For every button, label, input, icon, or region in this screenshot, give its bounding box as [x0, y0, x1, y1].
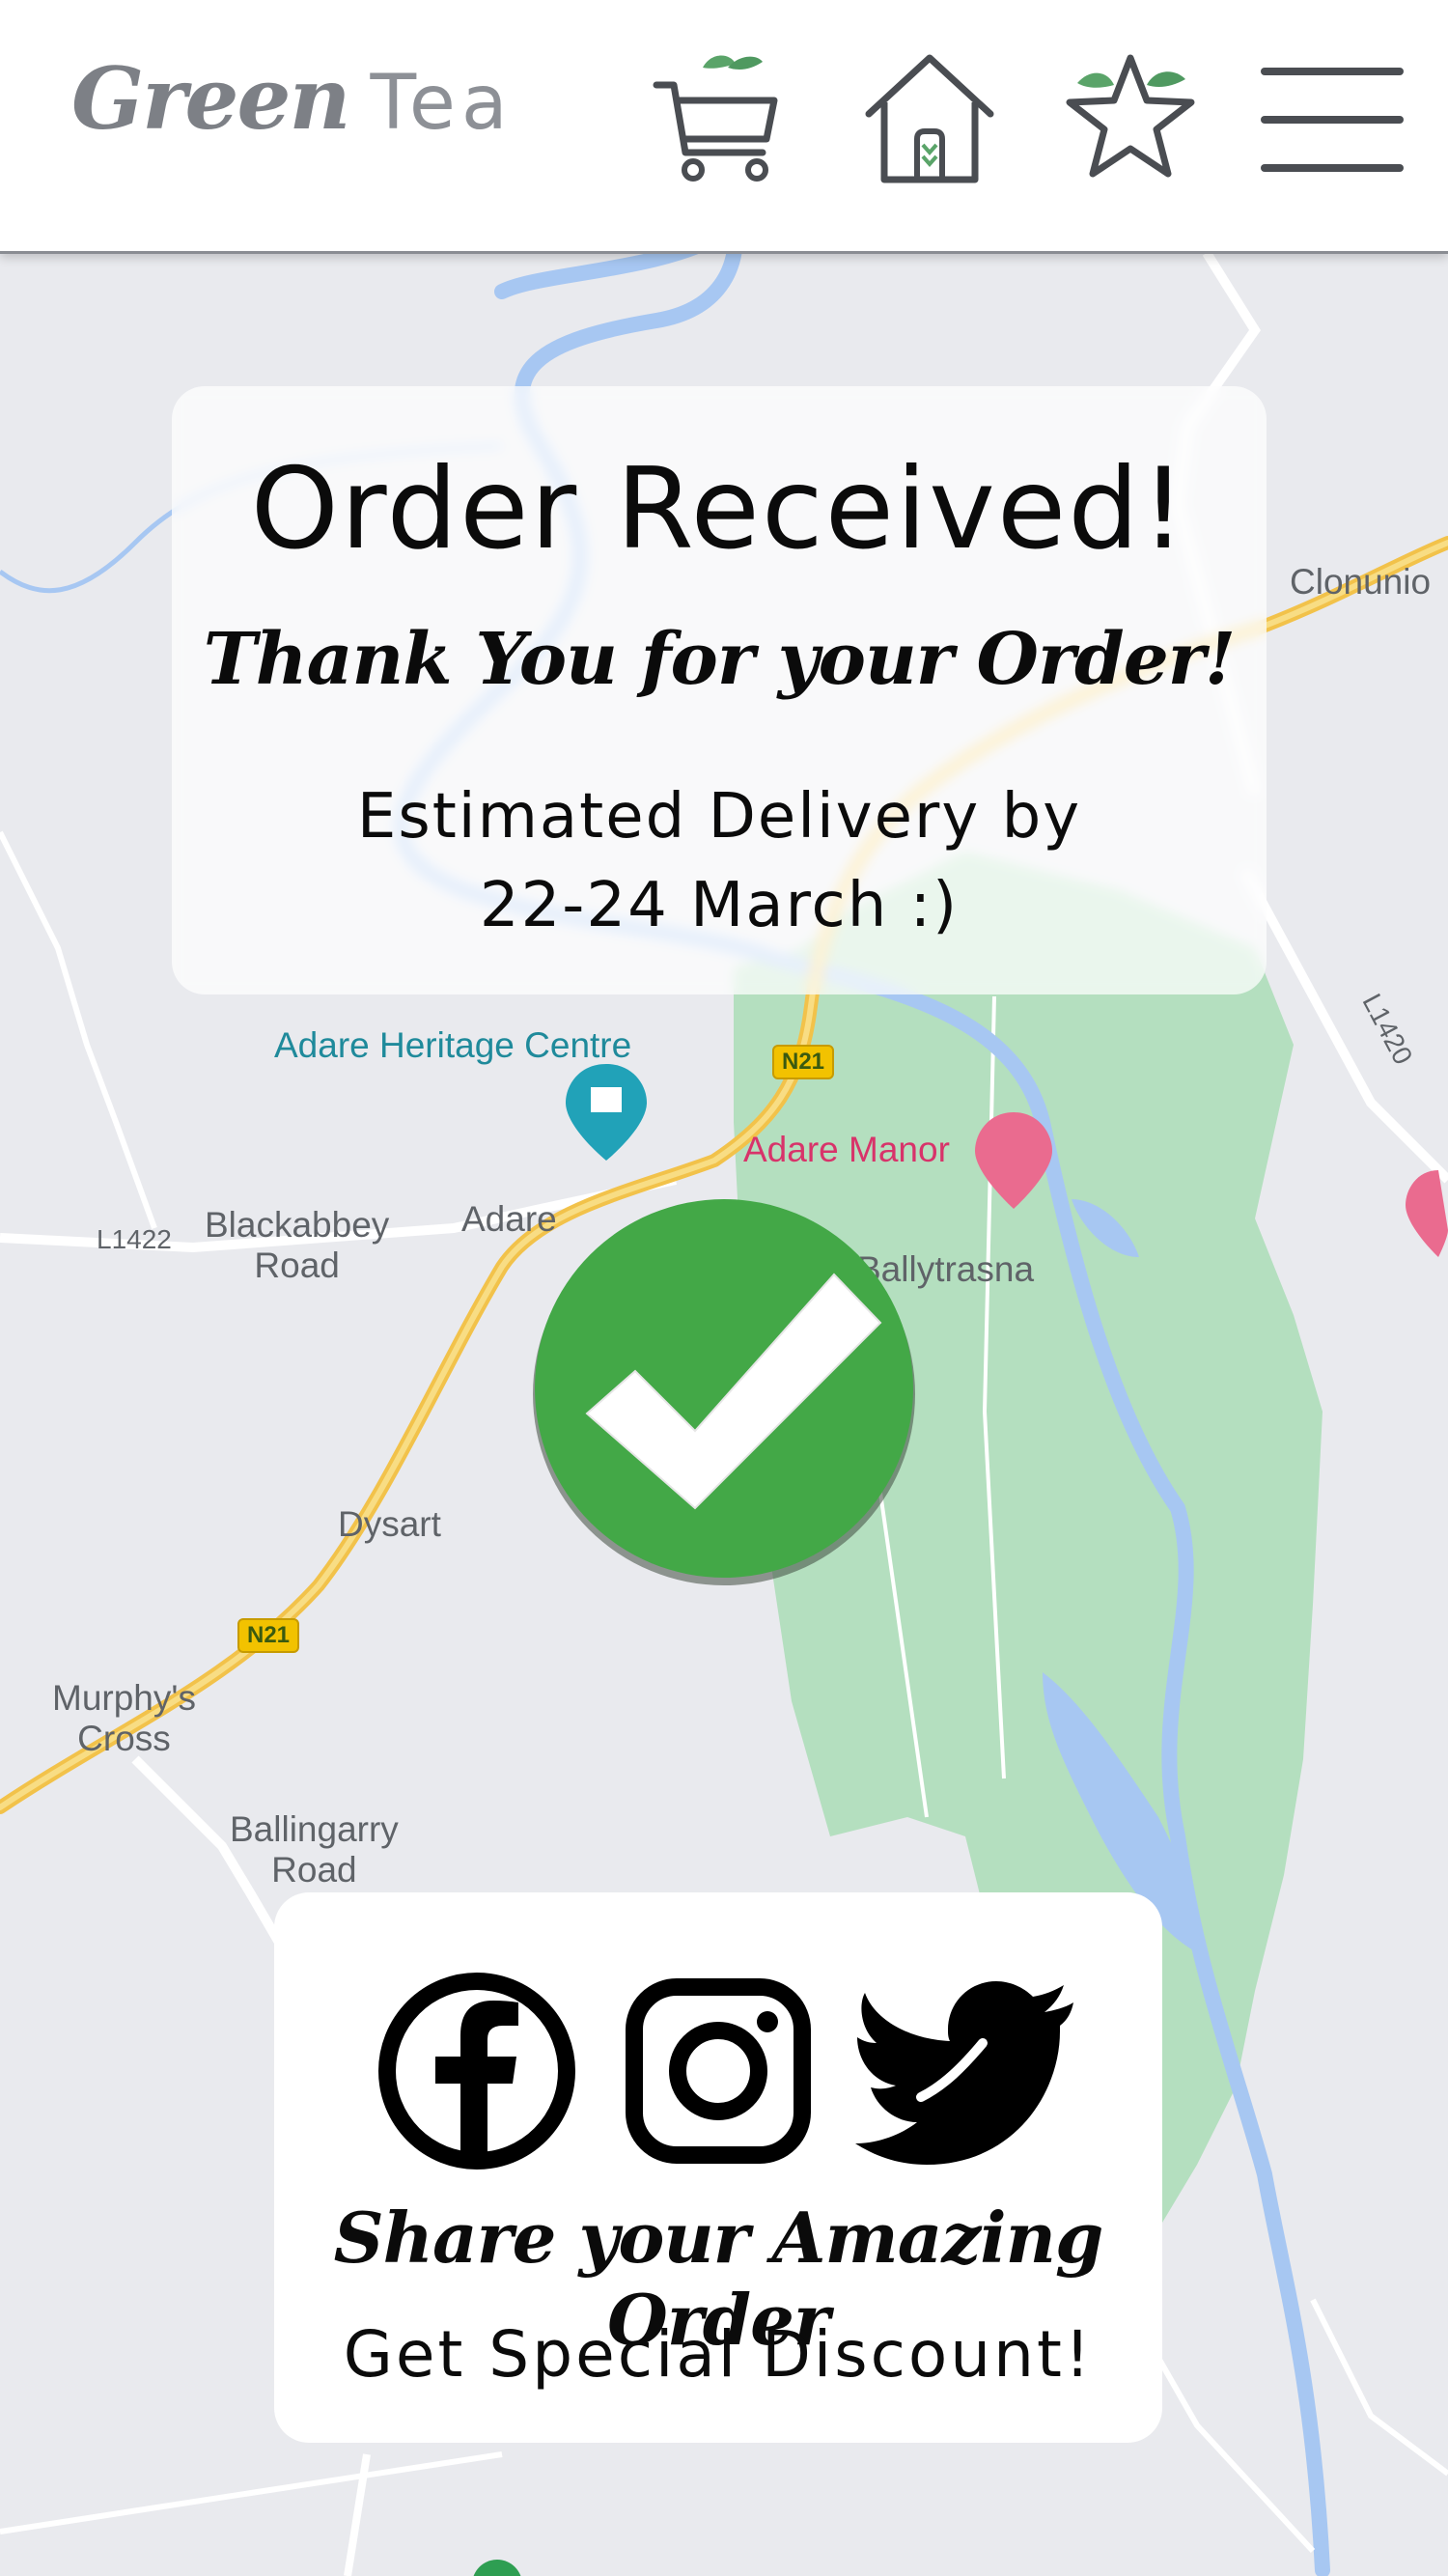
logo-word-tea: Tea [370, 60, 514, 147]
road-badge-n21: N21 [237, 1618, 300, 1653]
road-badge-n21: N21 [772, 1045, 835, 1079]
check-icon [527, 1191, 921, 1585]
brand-logo[interactable]: Green Tea [71, 48, 514, 183]
cart-icon[interactable] [647, 46, 792, 191]
map-label-blackabbey: Blackabbey Road [205, 1205, 390, 1285]
map-label-manor: Adare Manor [743, 1130, 950, 1169]
map-label-clonunion: Clonunio [1290, 562, 1432, 602]
logo-word-green: Green [71, 48, 350, 149]
instagram-icon[interactable] [617, 1970, 820, 2172]
app-header: Green Tea [0, 0, 1448, 254]
menu-icon[interactable] [1255, 46, 1409, 191]
delivery-line-2: 22-24 March :) [479, 870, 960, 941]
road-code-l1422: L1422 [97, 1224, 172, 1254]
twitter-icon[interactable] [853, 1970, 1075, 2172]
order-confirmation-card: Order Received! Thank You for your Order… [172, 386, 1267, 994]
star-icon[interactable] [1058, 46, 1203, 191]
map-label-murphys: Murphy's Cross [52, 1678, 196, 1758]
map-label-ballingarry: Ballingarry Road [230, 1809, 399, 1890]
order-title: Order Received! [250, 444, 1188, 574]
facebook-icon[interactable] [376, 1970, 578, 2172]
home-icon[interactable] [857, 46, 1002, 191]
map-label-heritage: Adare Heritage Centre [274, 1025, 632, 1065]
delivery-estimate: Estimated Delivery by 22-24 March :) [172, 772, 1267, 950]
order-thanks-text: Thank You for your Order! [203, 618, 1237, 701]
discount-text: Get Special Discount! [343, 2317, 1094, 2392]
delivery-line-1: Estimated Delivery by [356, 781, 1082, 853]
map-label-dysart: Dysart [338, 1504, 441, 1544]
share-card: Share your Amazing Order Get Special Dis… [274, 1892, 1162, 2443]
